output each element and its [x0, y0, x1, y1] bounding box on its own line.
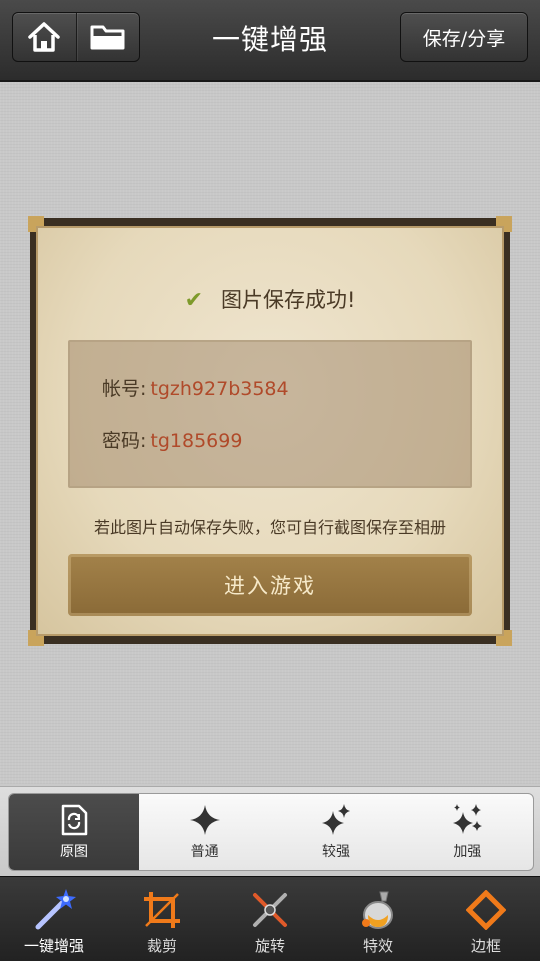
sparkles-many-icon: [453, 804, 483, 834]
success-message: ✔ 图片保存成功!: [38, 284, 502, 314]
account-label: 帐号:: [102, 378, 147, 400]
page-title: 一键增强: [211, 23, 328, 56]
password-label: 密码:: [102, 430, 147, 452]
enhance-label: 原图: [60, 844, 88, 860]
bottom-toolbar: 一键增强 裁剪 旋转 特效 边框: [0, 876, 540, 961]
check-icon: ✔: [184, 288, 203, 313]
enhance-level-bar: 原图 普通 较强 加强: [0, 786, 540, 875]
enhance-level-group: 原图 普通 较强 加强: [8, 793, 534, 871]
account-value: tgzh927b3584: [150, 378, 289, 400]
sparkles-icon: [321, 804, 350, 835]
tool-label: 边框: [470, 937, 501, 955]
enhance-normal[interactable]: 普通: [139, 794, 270, 870]
home-icon: [28, 22, 60, 52]
nav-button-group: [12, 12, 140, 62]
account-info-box: 帐号: tgzh927b3584 密码: tg185699: [68, 340, 472, 488]
tool-rotate[interactable]: 旋转: [216, 877, 324, 961]
tool-label: 一键增强: [23, 937, 84, 955]
tool-crop[interactable]: 裁剪: [108, 877, 216, 961]
password-row: 密码: tg185699: [102, 426, 242, 453]
enhance-label: 加强: [453, 844, 482, 860]
effects-icon: [362, 891, 393, 929]
magic-wand-icon: [35, 889, 76, 930]
tool-label: 特效: [362, 937, 393, 955]
save-hint: 若此图片自动保存失败，您可自行截图保存至相册: [93, 518, 446, 537]
enhance-stronger[interactable]: 较强: [270, 794, 401, 870]
folder-button[interactable]: [75, 13, 140, 61]
crop-icon: [144, 892, 180, 928]
tool-label: 裁剪: [146, 937, 177, 955]
password-value: tg185699: [150, 430, 243, 452]
enhance-original[interactable]: 原图: [9, 794, 139, 870]
result-image-card: ✔ 图片保存成功! 帐号: tgzh927b3584 密码: tg185699 若此图…: [28, 216, 512, 646]
folder-icon: [90, 25, 125, 50]
tool-one-click-enhance[interactable]: 一键增强: [0, 877, 108, 961]
frame-icon: [466, 890, 506, 930]
success-text: 图片保存成功!: [221, 288, 356, 312]
enhance-strong[interactable]: 加强: [402, 794, 533, 870]
enhance-label: 普通: [190, 844, 219, 860]
scroll-background: ✔ 图片保存成功! 帐号: tgzh927b3584 密码: tg185699 若此图…: [36, 226, 504, 636]
account-row: 帐号: tgzh927b3584: [102, 374, 289, 401]
home-button[interactable]: [13, 13, 76, 61]
original-icon: [61, 804, 88, 836]
sparkle-icon: [189, 805, 220, 835]
enter-game-button[interactable]: 进入游戏: [68, 554, 472, 616]
enhance-label: 较强: [321, 844, 350, 860]
tool-frame[interactable]: 边框: [432, 877, 540, 961]
save-share-button[interactable]: 保存/分享: [400, 12, 528, 62]
tool-effects[interactable]: 特效: [324, 877, 432, 961]
top-bar: 一键增强 保存/分享: [0, 0, 540, 82]
rotate-icon: [253, 893, 287, 927]
tool-label: 旋转: [254, 937, 285, 955]
